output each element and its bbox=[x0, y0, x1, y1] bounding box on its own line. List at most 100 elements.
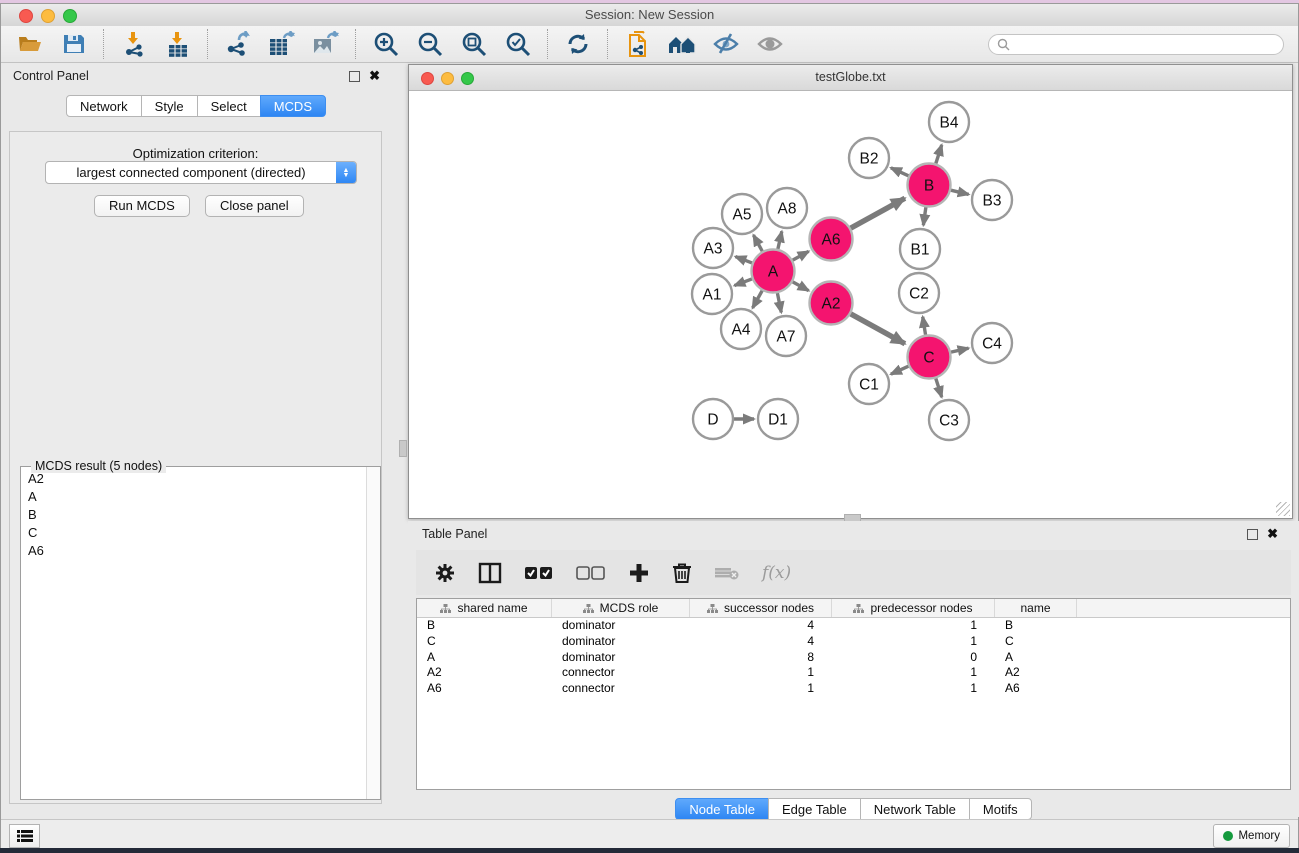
mcds-result-item[interactable]: A6 bbox=[22, 541, 366, 559]
tab-network[interactable]: Network bbox=[66, 95, 142, 117]
node-A6[interactable]: A6 bbox=[810, 218, 853, 261]
run-mcds-button[interactable]: Run MCDS bbox=[94, 195, 190, 217]
zoom-in-icon[interactable] bbox=[371, 30, 401, 58]
network-minimize-button[interactable] bbox=[441, 72, 454, 85]
node-B2[interactable]: B2 bbox=[849, 138, 889, 178]
mcds-result-item[interactable]: C bbox=[22, 523, 366, 541]
memory-button[interactable]: Memory bbox=[1213, 824, 1290, 848]
tab-node-table[interactable]: Node Table bbox=[675, 798, 769, 820]
node-A3[interactable]: A3 bbox=[693, 228, 733, 268]
deselect-all-columns-icon[interactable] bbox=[576, 565, 606, 581]
node-C4[interactable]: C4 bbox=[972, 323, 1012, 363]
open-file-icon[interactable] bbox=[15, 30, 45, 58]
edge-B-B1[interactable] bbox=[923, 207, 926, 225]
search-box[interactable] bbox=[988, 34, 1284, 55]
delete-column-icon[interactable] bbox=[672, 562, 692, 584]
column-header-name[interactable]: name bbox=[995, 599, 1077, 617]
window-resize-grip[interactable] bbox=[1276, 502, 1290, 516]
edge-A2-C[interactable] bbox=[851, 314, 905, 344]
node-B1[interactable]: B1 bbox=[900, 229, 940, 269]
node-A4[interactable]: A4 bbox=[721, 309, 761, 349]
node-A1[interactable]: A1 bbox=[692, 274, 732, 314]
zoom-out-icon[interactable] bbox=[415, 30, 445, 58]
node-C[interactable]: C bbox=[908, 336, 951, 379]
hide-selected-icon[interactable] bbox=[711, 30, 741, 58]
optimization-criterion-dropdown[interactable]: largest connected component (directed) ▲… bbox=[45, 161, 357, 184]
edge-C-C2[interactable] bbox=[923, 317, 926, 335]
edge-A-A5[interactable] bbox=[753, 235, 762, 251]
column-header-shared-name[interactable]: shared name bbox=[417, 599, 552, 617]
export-image-icon[interactable] bbox=[311, 30, 341, 58]
node-A[interactable]: A bbox=[752, 250, 795, 293]
mcds-result-scrollbar[interactable] bbox=[366, 467, 380, 799]
first-neighbors-icon[interactable] bbox=[667, 30, 697, 58]
float-table-panel-icon[interactable] bbox=[1247, 529, 1258, 540]
column-header-predecessor-nodes[interactable]: predecessor nodes bbox=[832, 599, 995, 617]
task-history-button[interactable] bbox=[9, 824, 40, 848]
import-table-icon[interactable] bbox=[163, 30, 193, 58]
close-table-panel-icon[interactable]: ✖ bbox=[1267, 529, 1278, 539]
edge-A-A2[interactable] bbox=[793, 282, 809, 291]
close-window-button[interactable] bbox=[19, 9, 33, 23]
table-settings-icon[interactable] bbox=[434, 562, 456, 584]
edge-A-A4[interactable] bbox=[753, 291, 763, 308]
edge-B-B2[interactable] bbox=[891, 168, 909, 176]
table-row[interactable]: Bdominator41B bbox=[417, 618, 1290, 634]
node-D1[interactable]: D1 bbox=[758, 399, 798, 439]
save-session-icon[interactable] bbox=[59, 30, 89, 58]
table-row[interactable]: Cdominator41C bbox=[417, 634, 1290, 650]
edge-A-A7[interactable] bbox=[777, 293, 781, 312]
refresh-icon[interactable] bbox=[563, 30, 593, 58]
node-A7[interactable]: A7 bbox=[766, 316, 806, 356]
node-B[interactable]: B bbox=[908, 164, 951, 207]
split-view-icon[interactable] bbox=[478, 562, 502, 584]
mcds-result-item[interactable]: A2 bbox=[22, 469, 366, 487]
close-panel-button[interactable]: Close panel bbox=[205, 195, 304, 217]
edge-C-C3[interactable] bbox=[936, 378, 942, 397]
show-all-icon[interactable] bbox=[755, 30, 785, 58]
zoom-selected-icon[interactable] bbox=[503, 30, 533, 58]
tab-motifs[interactable]: Motifs bbox=[969, 798, 1032, 820]
node-A2[interactable]: A2 bbox=[810, 282, 853, 325]
network-window-titlebar[interactable]: testGlobe.txt bbox=[409, 65, 1292, 91]
node-C2[interactable]: C2 bbox=[899, 273, 939, 313]
edge-C-C4[interactable] bbox=[951, 348, 969, 352]
new-network-from-selection-icon[interactable] bbox=[623, 30, 653, 58]
edge-B-B3[interactable] bbox=[951, 190, 969, 194]
add-column-icon[interactable] bbox=[628, 562, 650, 584]
table-row[interactable]: A2connector11A2 bbox=[417, 665, 1290, 681]
search-input[interactable] bbox=[1010, 36, 1275, 52]
mcds-result-item[interactable]: A bbox=[22, 487, 366, 505]
node-A5[interactable]: A5 bbox=[722, 194, 762, 234]
tab-edge-table[interactable]: Edge Table bbox=[768, 798, 861, 820]
edge-B-B4[interactable] bbox=[936, 145, 942, 164]
minimize-window-button[interactable] bbox=[41, 9, 55, 23]
import-network-icon[interactable] bbox=[119, 30, 149, 58]
delete-table-icon[interactable] bbox=[714, 565, 740, 581]
network-zoom-button[interactable] bbox=[461, 72, 474, 85]
node-D[interactable]: D bbox=[693, 399, 733, 439]
zoom-window-button[interactable] bbox=[63, 9, 77, 23]
node-B4[interactable]: B4 bbox=[929, 102, 969, 142]
tab-style[interactable]: Style bbox=[141, 95, 198, 117]
tab-select[interactable]: Select bbox=[197, 95, 261, 117]
edge-A-A8[interactable] bbox=[778, 231, 782, 249]
node-C1[interactable]: C1 bbox=[849, 364, 889, 404]
node-B3[interactable]: B3 bbox=[972, 180, 1012, 220]
split-divider-handle-vertical[interactable] bbox=[399, 440, 407, 457]
column-header-successor-nodes[interactable]: successor nodes bbox=[690, 599, 832, 617]
table-row[interactable]: A6connector11A6 bbox=[417, 681, 1290, 697]
table-row[interactable]: Adominator80A bbox=[417, 650, 1290, 666]
zoom-fit-icon[interactable] bbox=[459, 30, 489, 58]
edge-C-C1[interactable] bbox=[891, 366, 909, 374]
tab-network-table[interactable]: Network Table bbox=[860, 798, 970, 820]
float-panel-icon[interactable] bbox=[349, 71, 360, 82]
edge-A6-B[interactable] bbox=[851, 198, 905, 228]
tab-mcds[interactable]: MCDS bbox=[260, 95, 326, 117]
function-builder-icon[interactable]: f(x) bbox=[762, 563, 791, 583]
export-table-icon[interactable] bbox=[267, 30, 297, 58]
close-panel-icon[interactable]: ✖ bbox=[369, 71, 380, 81]
node-C3[interactable]: C3 bbox=[929, 400, 969, 440]
mcds-result-item[interactable]: B bbox=[22, 505, 366, 523]
select-all-columns-icon[interactable] bbox=[524, 565, 554, 581]
